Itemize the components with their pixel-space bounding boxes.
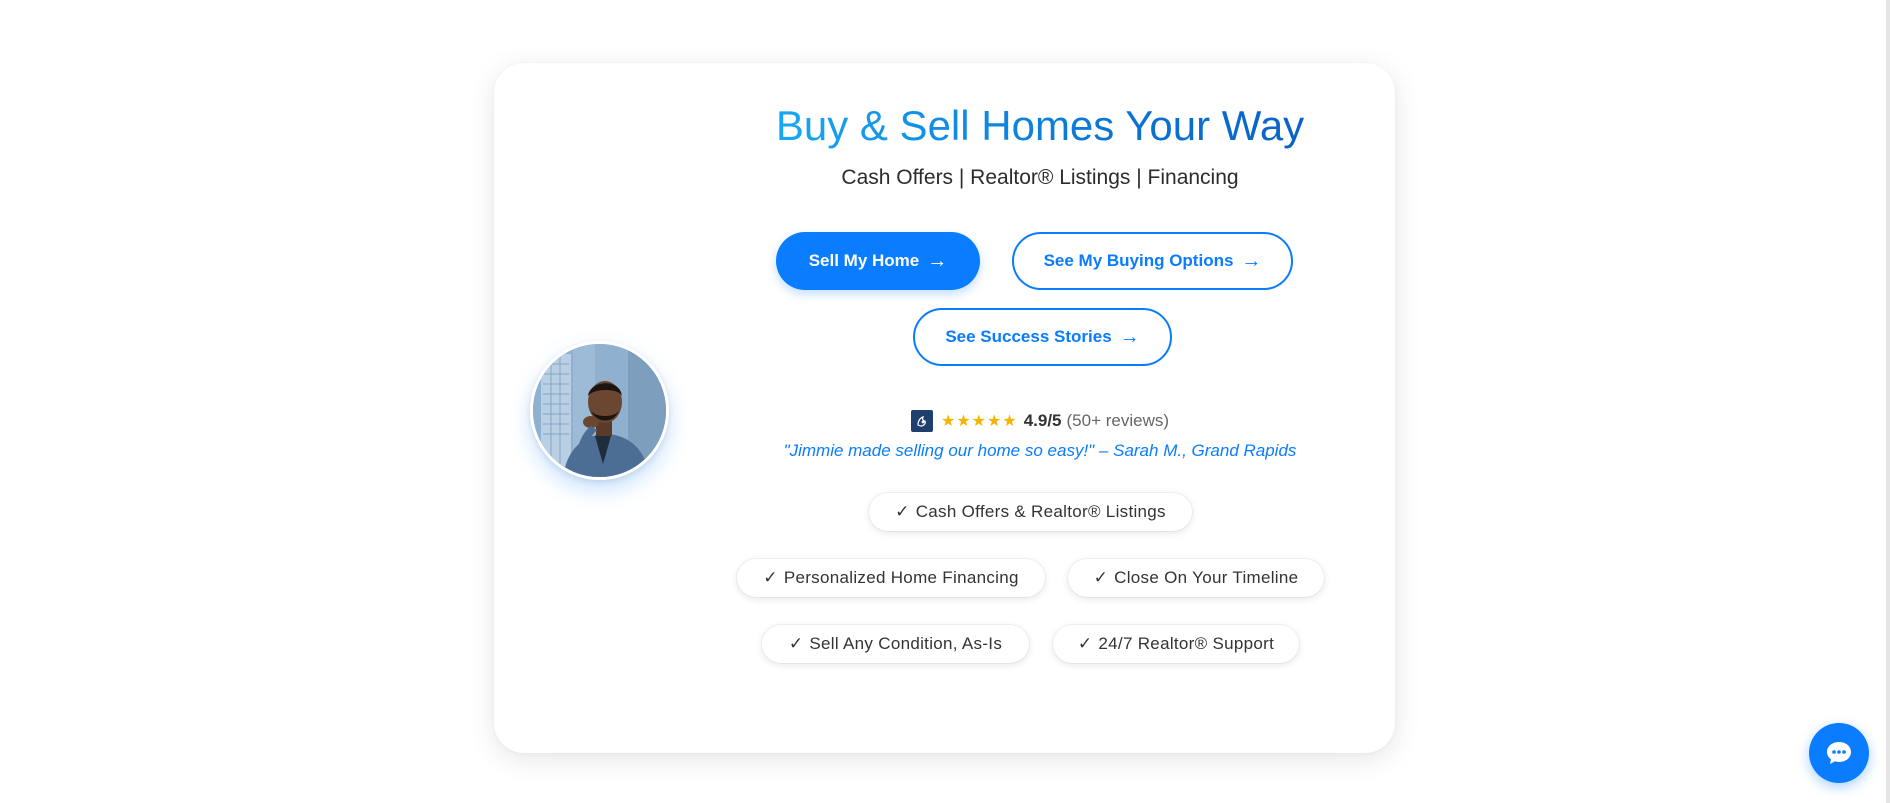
- hero-title: Buy & Sell Homes Your Way: [650, 100, 1430, 152]
- check-icon: ✓: [788, 634, 804, 653]
- feature-pill: ✓ 24/7 Realtor® Support: [1053, 625, 1299, 663]
- sell-my-home-label: Sell My Home: [808, 251, 920, 270]
- feature-label: Personalized Home Financing: [783, 568, 1019, 587]
- feature-label: Close On Your Timeline: [1114, 568, 1299, 587]
- see-success-stories-button[interactable]: See Success Stories →: [913, 308, 1172, 366]
- agent-avatar: [530, 341, 669, 480]
- rating-stars: ★★★★★: [940, 413, 1018, 430]
- chat-button[interactable]: [1809, 723, 1869, 783]
- review-badge-icon: [910, 410, 933, 432]
- arrow-right-icon: →: [1119, 325, 1140, 348]
- check-icon: ✓: [763, 568, 778, 587]
- hero-title-text: Buy & Sell Homes Your Way: [775, 102, 1305, 149]
- see-buying-options-button[interactable]: See My Buying Options →: [1012, 232, 1293, 290]
- arrow-right-icon: →: [1241, 249, 1262, 272]
- hero-subtitle: Cash Offers | Realtor® Listings | Financ…: [841, 166, 1239, 189]
- see-success-stories-label: See Success Stories: [945, 327, 1112, 346]
- check-icon: ✓: [1093, 568, 1109, 587]
- feature-pill: ✓ Close On Your Timeline: [1068, 559, 1324, 597]
- rating-row: ★★★★★ 4.9/5 (50+ reviews): [650, 410, 1430, 432]
- testimonial-quote: "Jimmie made selling our home so easy!" …: [783, 441, 1297, 460]
- see-buying-options-label: See My Buying Options: [1043, 251, 1234, 270]
- rating-count: (50+ reviews): [1066, 411, 1170, 430]
- feature-pill: ✓ Sell Any Condition, As-Is: [762, 625, 1029, 663]
- rating-score: 4.9/5: [1023, 411, 1062, 430]
- check-icon: ✓: [1077, 634, 1093, 653]
- feature-label: 24/7 Realtor® Support: [1098, 634, 1275, 653]
- check-icon: ✓: [895, 502, 910, 521]
- sell-my-home-button[interactable]: Sell My Home →: [776, 232, 980, 290]
- feature-pill: ✓ Cash Offers & Realtor® Listings: [869, 493, 1192, 531]
- feature-label: Cash Offers & Realtor® Listings: [915, 502, 1166, 521]
- feature-pill: ✓ Personalized Home Financing: [737, 559, 1045, 597]
- feature-label: Sell Any Condition, As-Is: [809, 634, 1003, 653]
- page-scrollbar[interactable]: [1886, 0, 1890, 803]
- chat-bubble-icon: [1827, 742, 1851, 764]
- arrow-right-icon: →: [927, 249, 948, 272]
